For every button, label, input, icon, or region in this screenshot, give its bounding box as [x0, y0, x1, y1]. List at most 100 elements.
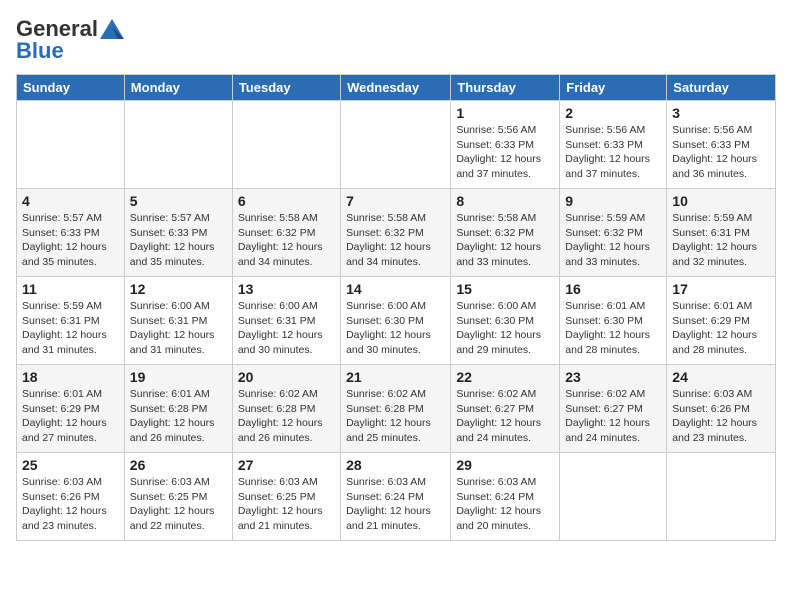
calendar-cell: 18 Sunrise: 6:01 AMSunset: 6:29 PMDayligh… [17, 365, 125, 453]
day-number: 16 [565, 281, 661, 297]
weekday-header-saturday: Saturday [667, 75, 776, 101]
day-info: Sunrise: 6:03 AMSunset: 6:25 PMDaylight:… [130, 475, 227, 534]
calendar-cell: 14 Sunrise: 6:00 AMSunset: 6:30 PMDayligh… [341, 277, 451, 365]
calendar-cell [124, 101, 232, 189]
day-number: 14 [346, 281, 445, 297]
day-number: 20 [238, 369, 335, 385]
day-info: Sunrise: 5:58 AMSunset: 6:32 PMDaylight:… [456, 211, 554, 270]
day-info: Sunrise: 6:02 AMSunset: 6:27 PMDaylight:… [456, 387, 554, 446]
calendar-cell: 20Sunrise: 6:02 AMSunset: 6:28 PMDayligh… [232, 365, 340, 453]
calendar-cell [17, 101, 125, 189]
weekday-header-monday: Monday [124, 75, 232, 101]
day-info: Sunrise: 6:00 AMSunset: 6:30 PMDaylight:… [346, 299, 445, 358]
logo-blue-text: Blue [16, 38, 64, 63]
calendar-cell: 19 Sunrise: 6:01 AMSunset: 6:28 PMDayligh… [124, 365, 232, 453]
day-number: 15 [456, 281, 554, 297]
calendar-cell [667, 453, 776, 541]
weekday-header-tuesday: Tuesday [232, 75, 340, 101]
page-header: General Blue [16, 16, 776, 64]
calendar-cell: 9 Sunrise: 5:59 AMSunset: 6:32 PMDaylight… [560, 189, 667, 277]
calendar-cell: 29 Sunrise: 6:03 AMSunset: 6:24 PMDayligh… [451, 453, 560, 541]
day-number: 13 [238, 281, 335, 297]
day-number: 17 [672, 281, 770, 297]
day-number: 28 [346, 457, 445, 473]
calendar-cell: 12 Sunrise: 6:00 AMSunset: 6:31 PMDayligh… [124, 277, 232, 365]
calendar-cell: 1Sunrise: 5:56 AMSunset: 6:33 PMDaylight… [451, 101, 560, 189]
day-number: 3 [672, 105, 770, 121]
logo: General Blue [16, 16, 124, 64]
calendar-cell: 13 Sunrise: 6:00 AMSunset: 6:31 PMDayligh… [232, 277, 340, 365]
day-info: Sunrise: 6:02 AMSunset: 6:28 PMDaylight:… [346, 387, 445, 446]
calendar-cell: 7 Sunrise: 5:58 AMSunset: 6:32 PMDaylight… [341, 189, 451, 277]
day-info: Sunrise: 6:01 AMSunset: 6:28 PMDaylight:… [130, 387, 227, 446]
calendar-week-1: 1 Sunrise: 5:56 AMSunset: 6:33 PMDaylight… [17, 101, 776, 189]
calendar-cell: 17Sunrise: 6:01 AMSunset: 6:29 PMDayligh… [667, 277, 776, 365]
day-info: Sunrise: 5:58 AMSunset: 6:32 PMDaylight:… [346, 211, 445, 270]
calendar-week-3: 11 Sunrise: 5:59 AMSunset: 6:31 PMDayligh… [17, 277, 776, 365]
calendar-cell: 25 Sunrise: 6:03 AMSunset: 6:26 PMDayligh… [17, 453, 125, 541]
day-number: 4 [22, 193, 119, 209]
day-number: 29 [456, 457, 554, 473]
calendar-cell: 16 Sunrise: 6:01 AMSunset: 6:30 PMDayligh… [560, 277, 667, 365]
day-number: 7 [346, 193, 445, 209]
day-info: Sunrise: 5:57 AMSunset: 6:33 PMDaylight:… [22, 211, 119, 270]
calendar-week-5: 25 Sunrise: 6:03 AMSunset: 6:26 PMDayligh… [17, 453, 776, 541]
calendar-cell [341, 101, 451, 189]
calendar-cell: 24 Sunrise: 6:03 AMSunset: 6:26 PMDayligh… [667, 365, 776, 453]
calendar-header-row: SundayMondayTuesdayWednesdayThursdayFrid… [17, 75, 776, 101]
day-number: 1 [456, 105, 554, 121]
calendar-cell: 5 Sunrise: 5:57 AMSunset: 6:33 PMDaylight… [124, 189, 232, 277]
calendar-cell: 10 Sunrise: 5:59 AMSunset: 6:31 PMDayligh… [667, 189, 776, 277]
day-info: Sunrise: 6:03 AMSunset: 6:26 PMDaylight:… [672, 387, 770, 446]
day-number: 12 [130, 281, 227, 297]
weekday-header-thursday: Thursday [451, 75, 560, 101]
calendar-cell: 4 Sunrise: 5:57 AMSunset: 6:33 PMDaylight… [17, 189, 125, 277]
day-info: Sunrise: 5:57 AMSunset: 6:33 PMDaylight:… [130, 211, 227, 270]
day-info: Sunrise: 6:02 AMSunset: 6:27 PMDaylight:… [565, 387, 661, 446]
day-number: 24 [672, 369, 770, 385]
weekday-header-wednesday: Wednesday [341, 75, 451, 101]
day-info: Sunrise: 5:56 AMSunset: 6:33 PMDaylight:… [672, 123, 770, 182]
day-info: Sunrise: 6:03 AMSunset: 6:24 PMDaylight:… [346, 475, 445, 534]
weekday-header-friday: Friday [560, 75, 667, 101]
day-number: 6 [238, 193, 335, 209]
day-info: Sunrise: 6:00 AMSunset: 6:31 PMDaylight:… [130, 299, 227, 358]
calendar-week-4: 18 Sunrise: 6:01 AMSunset: 6:29 PMDayligh… [17, 365, 776, 453]
day-info: Sunrise: 6:00 AMSunset: 6:31 PMDaylight:… [238, 299, 335, 358]
day-info: Sunrise: 5:59 AMSunset: 6:32 PMDaylight:… [565, 211, 661, 270]
calendar-cell: 2 Sunrise: 5:56 AMSunset: 6:33 PMDaylight… [560, 101, 667, 189]
day-number: 22 [456, 369, 554, 385]
day-info: Sunrise: 5:58 AMSunset: 6:32 PMDaylight:… [238, 211, 335, 270]
logo-triangle-icon [100, 19, 124, 39]
day-number: 19 [130, 369, 227, 385]
day-info: Sunrise: 5:59 AMSunset: 6:31 PMDaylight:… [672, 211, 770, 270]
day-number: 18 [22, 369, 119, 385]
day-number: 2 [565, 105, 661, 121]
day-info: Sunrise: 6:03 AMSunset: 6:25 PMDaylight:… [238, 475, 335, 534]
day-number: 26 [130, 457, 227, 473]
day-number: 8 [456, 193, 554, 209]
calendar-cell [560, 453, 667, 541]
day-number: 25 [22, 457, 119, 473]
day-number: 10 [672, 193, 770, 209]
day-number: 27 [238, 457, 335, 473]
day-info: Sunrise: 6:03 AMSunset: 6:24 PMDaylight:… [456, 475, 554, 534]
day-info: Sunrise: 6:01 AMSunset: 6:29 PMDaylight:… [22, 387, 119, 446]
calendar-table: SundayMondayTuesdayWednesdayThursdayFrid… [16, 74, 776, 541]
day-info: Sunrise: 5:56 AMSunset: 6:33 PMDaylight:… [565, 123, 661, 182]
calendar-cell: 26 Sunrise: 6:03 AMSunset: 6:25 PMDayligh… [124, 453, 232, 541]
calendar-week-2: 4 Sunrise: 5:57 AMSunset: 6:33 PMDaylight… [17, 189, 776, 277]
day-info: Sunrise: 6:00 AMSunset: 6:30 PMDaylight:… [456, 299, 554, 358]
calendar-cell: 15 Sunrise: 6:00 AMSunset: 6:30 PMDayligh… [451, 277, 560, 365]
day-number: 9 [565, 193, 661, 209]
day-info: Sunrise: 5:59 AMSunset: 6:31 PMDaylight:… [22, 299, 119, 358]
day-info: Sunrise: 6:03 AMSunset: 6:26 PMDaylight:… [22, 475, 119, 534]
day-info: Sunrise: 6:01 AMSunset: 6:30 PMDaylight:… [565, 299, 661, 358]
day-number: 11 [22, 281, 119, 297]
calendar-cell: 23 Sunrise: 6:02 AMSunset: 6:27 PMDayligh… [560, 365, 667, 453]
day-number: 23 [565, 369, 661, 385]
calendar-cell: 22 Sunrise: 6:02 AMSunset: 6:27 PMDayligh… [451, 365, 560, 453]
calendar-cell: 28 Sunrise: 6:03 AMSunset: 6:24 PMDayligh… [341, 453, 451, 541]
calendar-cell [232, 101, 340, 189]
day-number: 5 [130, 193, 227, 209]
